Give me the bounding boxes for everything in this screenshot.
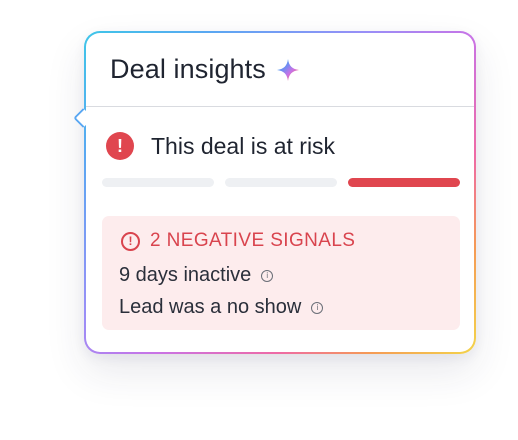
signals-title: 2 NEGATIVE SIGNALS [150,230,356,251]
warning-circle-icon: ! [121,231,140,251]
info-icon[interactable]: i [261,269,274,282]
info-icon[interactable]: i [311,301,324,314]
signal-item: 9 days inactive i [119,264,274,287]
signal-label: 9 days inactive [119,264,252,286]
deal-insights-card: Deal insights ! This deal is at risk ! 2… [84,31,476,354]
risk-segment-high [348,178,460,187]
signal-label: Lead was a no show [119,296,302,318]
signal-item: Lead was a no show i [119,296,324,319]
signals-header: ! 2 NEGATIVE SIGNALS [121,230,355,252]
risk-segment-low [102,178,214,187]
negative-signals-panel: ! 2 NEGATIVE SIGNALS 9 days inactive i L… [102,216,460,330]
risk-status-text: This deal is at risk [151,132,336,159]
stage: Deal insights ! This deal is at risk ! 2… [0,0,518,440]
card-title: Deal insights [110,54,266,84]
card-body: Deal insights ! This deal is at risk ! 2… [86,33,474,352]
ai-sparkle-icon [276,58,300,82]
card-header: Deal insights [86,33,474,107]
risk-segment-medium [225,178,337,187]
risk-level-meter [102,178,460,187]
exclamation-circle-icon: ! [106,132,134,160]
risk-status-row: ! This deal is at risk [106,132,335,160]
